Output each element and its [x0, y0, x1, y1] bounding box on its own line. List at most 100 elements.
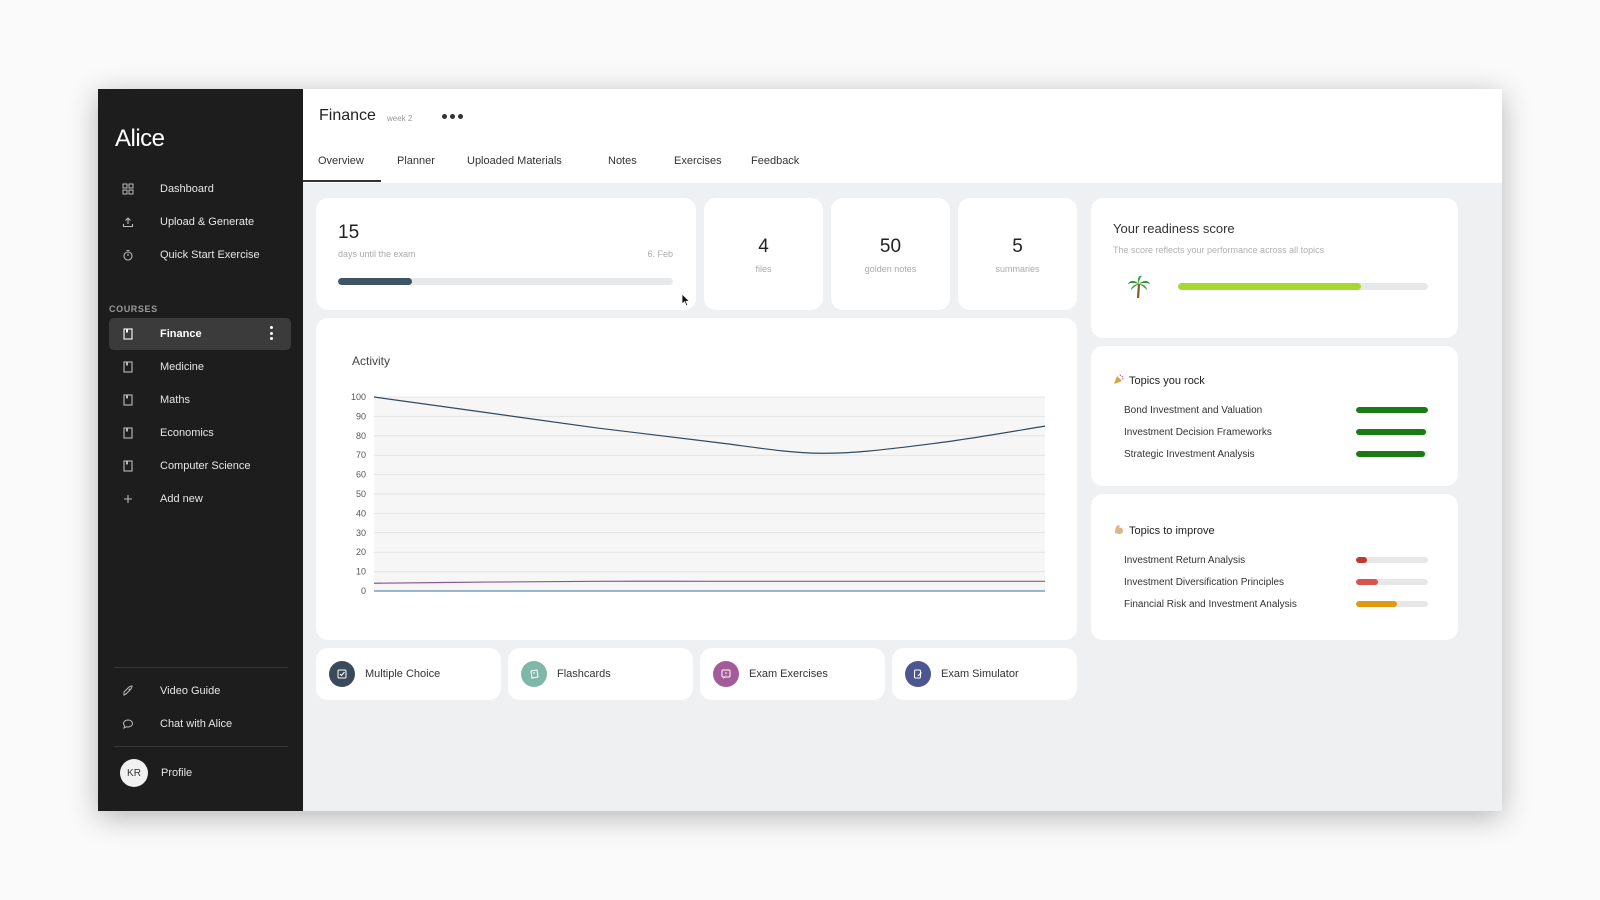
checklist-icon	[329, 661, 355, 687]
avatar[interactable]: KR	[120, 759, 148, 787]
app-logo: Alice	[115, 125, 165, 152]
sidebar-item-label: Quick Start Exercise	[160, 249, 260, 261]
tab-feedback[interactable]: Feedback	[751, 155, 799, 167]
sidebar-item-label: Finance	[160, 328, 202, 340]
topic-improve-label: Investment Diversification Principles	[1124, 577, 1285, 588]
add-new-course-button[interactable]: Add new	[109, 483, 291, 515]
sidebar-item-label: Video Guide	[160, 685, 221, 697]
book-icon	[119, 325, 137, 343]
sidebar-item-upload-generate[interactable]: Upload & Generate	[109, 206, 291, 238]
golden-notes-count: 50	[879, 236, 902, 257]
timer-icon	[119, 246, 137, 264]
y-tick-label: 30	[356, 528, 366, 538]
files-count: 4	[758, 236, 769, 257]
days-until-exam-value: 15	[338, 222, 360, 243]
course-options-icon[interactable]	[270, 326, 273, 340]
y-tick-label: 20	[356, 547, 366, 557]
flashcards-button[interactable]: Flashcards	[508, 648, 693, 700]
flashcard-icon	[521, 661, 547, 687]
topic-improve-label: Investment Return Analysis	[1124, 555, 1246, 566]
sidebar-item-maths[interactable]: Maths	[109, 384, 291, 416]
topic-improve-bar-fill	[1356, 557, 1367, 563]
sidebar-item-video-guide[interactable]: Video Guide	[109, 675, 291, 707]
sidebar-divider	[114, 667, 288, 668]
y-tick-label: 10	[356, 567, 366, 577]
more-options-icon[interactable]	[442, 114, 463, 119]
topics-improve-title-text: Topics to improve	[1129, 524, 1215, 537]
topic-rock-bar-fill	[1356, 451, 1426, 457]
flexed-biceps-icon	[1113, 523, 1125, 538]
course-header: Finance week 2 Overview Planner Uploaded…	[303, 89, 1502, 183]
topics-rock-title: Topics you rock	[1113, 373, 1205, 388]
exam-simulator-button[interactable]: Exam Simulator	[892, 648, 1077, 700]
sidebar-item-label: Computer Science	[160, 460, 251, 472]
topic-rock-label: Investment Decision Frameworks	[1124, 427, 1272, 438]
topic-rock-bar-fill	[1356, 407, 1428, 413]
exam-simulator-label: Exam Simulator	[941, 668, 1019, 680]
chat-bubble-icon	[119, 715, 137, 733]
sidebar-item-chat-with-alice[interactable]: Chat with Alice	[109, 708, 291, 740]
sidebar-item-economics[interactable]: Economics	[109, 417, 291, 449]
topics-improve-title: Topics to improve	[1113, 523, 1215, 538]
topic-rock-bar-fill	[1356, 429, 1426, 435]
book-icon	[119, 424, 137, 442]
page-title: Finance	[319, 107, 376, 124]
sidebar-divider	[114, 746, 288, 747]
multiple-choice-button[interactable]: Multiple Choice	[316, 648, 501, 700]
tab-planner[interactable]: Planner	[397, 155, 435, 167]
exam-date: 6. Feb	[647, 249, 673, 259]
profile-link[interactable]: Profile	[161, 767, 192, 779]
tab-exercises[interactable]: Exercises	[674, 155, 722, 167]
sidebar-item-label: Chat with Alice	[160, 718, 233, 730]
summaries-label: summaries	[995, 264, 1040, 274]
party-popper-icon	[1113, 373, 1125, 388]
courses-section-label: COURSES	[109, 304, 158, 314]
golden-notes-stat-card[interactable]: 50 golden notes	[831, 198, 950, 310]
book-icon	[119, 391, 137, 409]
readiness-title: Your readiness score	[1113, 221, 1235, 236]
readiness-progress-bar	[1178, 283, 1428, 290]
app-window: Alice Dashboard Upload & Generate Quick …	[98, 89, 1502, 811]
y-tick-label: 50	[356, 489, 366, 499]
sidebar-item-label: Economics	[160, 427, 214, 439]
sidebar-item-dashboard[interactable]: Dashboard	[109, 173, 291, 205]
topics-rock-title-text: Topics you rock	[1129, 374, 1205, 387]
sidebar-item-quick-start-exercise[interactable]: Quick Start Exercise	[109, 239, 291, 271]
tab-overview[interactable]: Overview	[318, 155, 364, 167]
sidebar-item-medicine[interactable]: Medicine	[109, 351, 291, 383]
upload-icon	[119, 213, 137, 231]
activity-chart: 0 10 20 30 40 50 60 70 80 90 100	[351, 392, 1046, 596]
y-tick-label: 80	[356, 431, 366, 441]
topic-improve-label: Financial Risk and Investment Analysis	[1124, 599, 1297, 610]
book-icon	[119, 358, 137, 376]
plus-icon	[119, 490, 137, 508]
topic-rock-bar	[1356, 451, 1428, 457]
summaries-count: 5	[1012, 236, 1023, 257]
topic-rock-bar	[1356, 429, 1428, 435]
tab-uploaded-materials[interactable]: Uploaded Materials	[467, 155, 562, 167]
topic-rock-label: Strategic Investment Analysis	[1124, 449, 1255, 460]
sidebar-item-computer-science[interactable]: Computer Science	[109, 450, 291, 482]
days-until-exam-caption: days until the exam	[338, 249, 416, 259]
sidebar-item-label: Dashboard	[160, 183, 214, 195]
palm-tree-icon	[1126, 274, 1152, 305]
sidebar-item-finance[interactable]: Finance	[109, 318, 291, 350]
files-stat-card[interactable]: 4 files	[704, 198, 823, 310]
y-tick-label: 0	[361, 586, 366, 596]
topic-improve-bar-fill	[1356, 579, 1379, 585]
tab-notes[interactable]: Notes	[608, 155, 637, 167]
topic-improve-bar	[1356, 557, 1428, 563]
y-tick-label: 90	[356, 411, 366, 421]
summaries-stat-card[interactable]: 5 summaries	[958, 198, 1077, 310]
y-tick-label: 60	[356, 470, 366, 480]
topic-improve-bar	[1356, 579, 1428, 585]
multiple-choice-label: Multiple Choice	[365, 668, 441, 680]
grid-icon	[119, 180, 137, 198]
sidebar-item-label: Upload & Generate	[160, 216, 255, 228]
topics-you-rock-card: Topics you rock Bond Investment and Valu…	[1091, 346, 1458, 486]
topic-rock-bar	[1356, 407, 1428, 413]
readiness-score-card: Your readiness score The score reflects …	[1091, 198, 1458, 338]
exam-exercises-button[interactable]: Exam Exercises	[700, 648, 885, 700]
countdown-progress-bar	[338, 278, 673, 285]
readiness-progress-fill	[1178, 283, 1361, 290]
